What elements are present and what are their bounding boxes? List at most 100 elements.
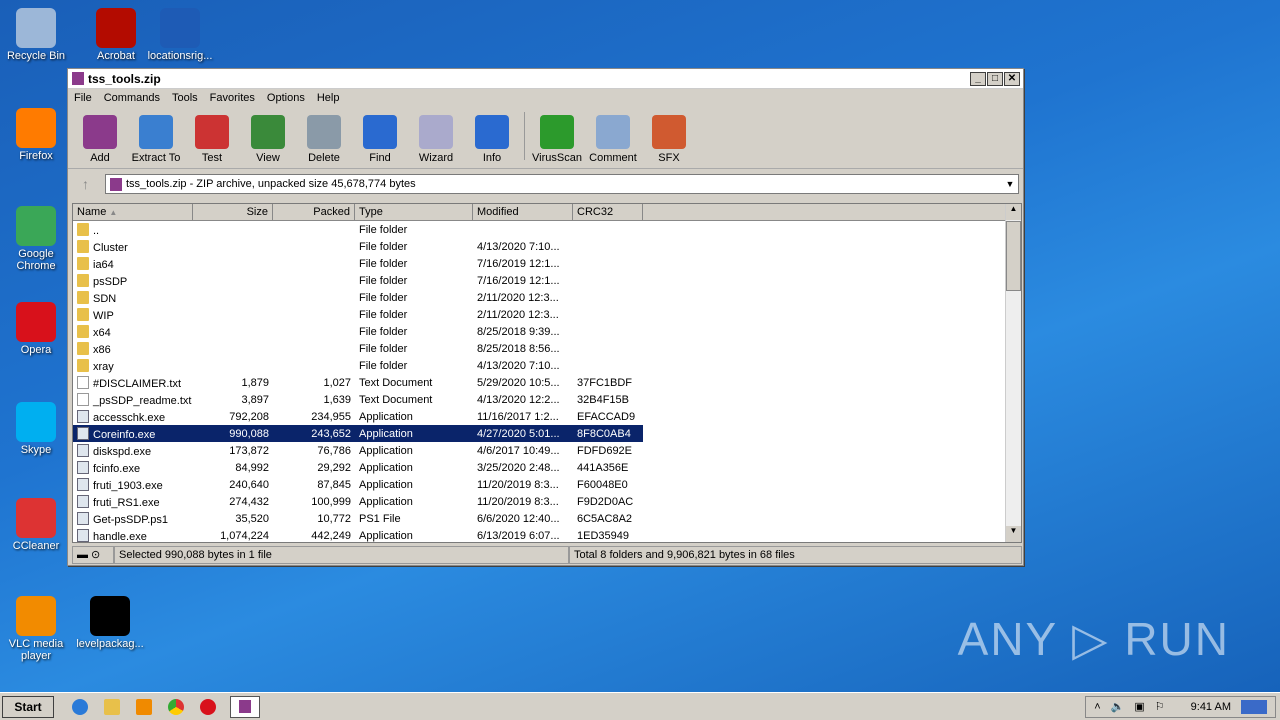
desktop-icon[interactable]: Acrobat xyxy=(80,8,152,62)
menu-commands[interactable]: Commands xyxy=(98,92,166,104)
column-header-name[interactable]: Name ▲ xyxy=(73,204,193,221)
maximize-button[interactable]: □ xyxy=(987,71,1003,86)
extract-to-button[interactable]: Extract To xyxy=(128,115,184,164)
chevron-down-icon[interactable]: ▼ xyxy=(1002,179,1018,189)
delete-button[interactable]: Delete xyxy=(296,115,352,164)
file-packed: 243,652 xyxy=(311,427,351,440)
start-button[interactable]: Start xyxy=(2,695,54,718)
column-header-modified[interactable]: Modified xyxy=(473,204,573,221)
table-row[interactable]: ia64 File folder 7/16/2019 12:1... xyxy=(73,255,1021,272)
desktop-icon[interactable]: VLC media player xyxy=(0,596,72,662)
menu-options[interactable]: Options xyxy=(261,92,311,104)
table-row[interactable]: x86 File folder 8/25/2018 8:56... xyxy=(73,340,1021,357)
desktop-icon[interactable]: locationsrig... xyxy=(144,8,216,62)
opera-icon[interactable] xyxy=(200,698,216,715)
menu-bar: File Commands Tools Favorites Options Help xyxy=(68,89,1023,107)
file-modified: 4/13/2020 7:10... xyxy=(477,359,560,372)
file-type: Application xyxy=(359,495,413,508)
find-button[interactable]: Find xyxy=(352,115,408,164)
info-button[interactable]: Info xyxy=(464,115,520,164)
table-row[interactable]: fruti_1903.exe 240,640 87,845 Applicatio… xyxy=(73,476,1021,493)
table-row[interactable]: fcinfo.exe 84,992 29,292 Application 3/2… xyxy=(73,459,1021,476)
show-hidden-icons[interactable]: ˄ xyxy=(1094,701,1100,713)
file-type: Application xyxy=(359,529,413,542)
test-button[interactable]: Test xyxy=(184,115,240,164)
column-header-size[interactable]: Size xyxy=(193,204,273,221)
start-label: Start xyxy=(14,699,42,714)
file-type: Application xyxy=(359,461,413,474)
add-button[interactable]: Add xyxy=(72,115,128,164)
menu-help[interactable]: Help xyxy=(311,92,346,104)
media-player-icon[interactable] xyxy=(136,698,152,715)
table-row[interactable]: Cluster File folder 4/13/2020 7:10... xyxy=(73,238,1021,255)
table-row[interactable]: diskspd.exe 173,872 76,786 Application 4… xyxy=(73,442,1021,459)
delete-label: Delete xyxy=(308,152,340,164)
column-header-type[interactable]: Type xyxy=(355,204,473,221)
info-icon xyxy=(475,115,509,149)
menu-tools[interactable]: Tools xyxy=(166,92,204,104)
table-row[interactable]: #DISCLAIMER.txt 1,879 1,027 Text Documen… xyxy=(73,374,1021,391)
table-row[interactable]: psSDP File folder 7/16/2019 12:1... xyxy=(73,272,1021,289)
application-icon xyxy=(77,477,89,491)
table-row[interactable]: Get-psSDP.ps1 35,520 10,772 PS1 File 6/6… xyxy=(73,510,1021,527)
table-row[interactable]: fruti_RS1.exe 274,432 100,999 Applicatio… xyxy=(73,493,1021,510)
desktop-icon[interactable]: Google Chrome xyxy=(0,206,72,272)
table-row[interactable]: handle.exe 1,074,224 442,249 Application… xyxy=(73,527,1021,542)
view-button[interactable]: View xyxy=(240,115,296,164)
view-label: View xyxy=(256,152,280,164)
table-row[interactable]: xray File folder 4/13/2020 7:10... xyxy=(73,357,1021,374)
desktop-icon-label: Opera xyxy=(20,344,52,356)
file-crc: 6C5AC8A2 xyxy=(577,512,633,525)
taskbar-winrar-button[interactable] xyxy=(230,695,260,718)
table-row[interactable]: .. File folder xyxy=(73,221,1021,238)
file-name: SDN xyxy=(93,292,117,305)
network-icon[interactable]: ▣ xyxy=(1134,700,1144,713)
volume-icon[interactable]: 🔈 xyxy=(1111,700,1125,713)
close-button[interactable]: ✕ xyxy=(1004,71,1020,86)
system-tray: ˄ 🔈 ▣ ⚐ 9:41 AM xyxy=(1085,695,1276,718)
show-desktop-button[interactable] xyxy=(1241,699,1267,714)
desktop-icon[interactable]: Recycle Bin xyxy=(0,8,72,62)
drive-icon: ▬ ⊙ xyxy=(72,546,114,564)
desktop-icon[interactable]: levelpackag... xyxy=(74,596,146,650)
flag-icon[interactable]: ⚐ xyxy=(1155,700,1165,713)
wizard-button[interactable]: Wizard xyxy=(408,115,464,164)
desktop-icon-label: CCleaner xyxy=(12,540,60,552)
column-header-packed[interactable]: Packed xyxy=(273,204,355,221)
column-header-crc32[interactable]: CRC32 xyxy=(573,204,643,221)
chrome-icon[interactable] xyxy=(168,698,184,715)
sfx-button[interactable]: SFX xyxy=(641,115,697,164)
scroll-thumb[interactable] xyxy=(1006,221,1021,291)
clock[interactable]: 9:41 AM xyxy=(1191,701,1231,713)
file-size: 990,088 xyxy=(229,427,269,440)
menu-file[interactable]: File xyxy=(68,92,98,104)
table-row[interactable]: _psSDP_readme.txt 3,897 1,639 Text Docum… xyxy=(73,391,1021,408)
file-packed: 100,999 xyxy=(311,495,351,508)
file-type: Application xyxy=(359,410,413,423)
table-row[interactable]: SDN File folder 2/11/2020 12:3... xyxy=(73,289,1021,306)
file-type: File folder xyxy=(359,325,408,338)
desktop-icon[interactable]: CCleaner xyxy=(0,498,72,552)
menu-favorites[interactable]: Favorites xyxy=(204,92,261,104)
scroll-up-button[interactable]: ▲ xyxy=(1006,204,1021,220)
minimize-button[interactable]: _ xyxy=(970,71,986,86)
table-row[interactable]: Coreinfo.exe 990,088 243,652 Application… xyxy=(73,425,643,442)
scroll-down-button[interactable]: ▼ xyxy=(1006,526,1021,542)
file-size: 35,520 xyxy=(235,512,269,525)
table-row[interactable]: x64 File folder 8/25/2018 9:39... xyxy=(73,323,1021,340)
desktop-icon[interactable]: Skype xyxy=(0,402,72,456)
file-modified: 11/20/2019 8:3... xyxy=(477,478,559,491)
file-packed: 29,292 xyxy=(317,461,351,474)
explorer-icon[interactable] xyxy=(104,698,120,715)
address-bar[interactable]: tss_tools.zip - ZIP archive, unpacked si… xyxy=(105,174,1019,194)
comment-button[interactable]: Comment xyxy=(585,115,641,164)
table-row[interactable]: accesschk.exe 792,208 234,955 Applicatio… xyxy=(73,408,1021,425)
internet-explorer-icon[interactable] xyxy=(72,698,88,715)
desktop-icon[interactable]: Firefox xyxy=(0,108,72,162)
table-row[interactable]: WIP File folder 2/11/2020 12:3... xyxy=(73,306,1021,323)
virusscan-button[interactable]: VirusScan xyxy=(529,115,585,164)
up-arrow-icon[interactable]: ↑ xyxy=(82,176,89,192)
vertical-scrollbar[interactable]: ▲ ▼ xyxy=(1005,204,1021,542)
desktop-icon-label: levelpackag... xyxy=(76,638,144,650)
desktop-icon[interactable]: Opera xyxy=(0,302,72,356)
